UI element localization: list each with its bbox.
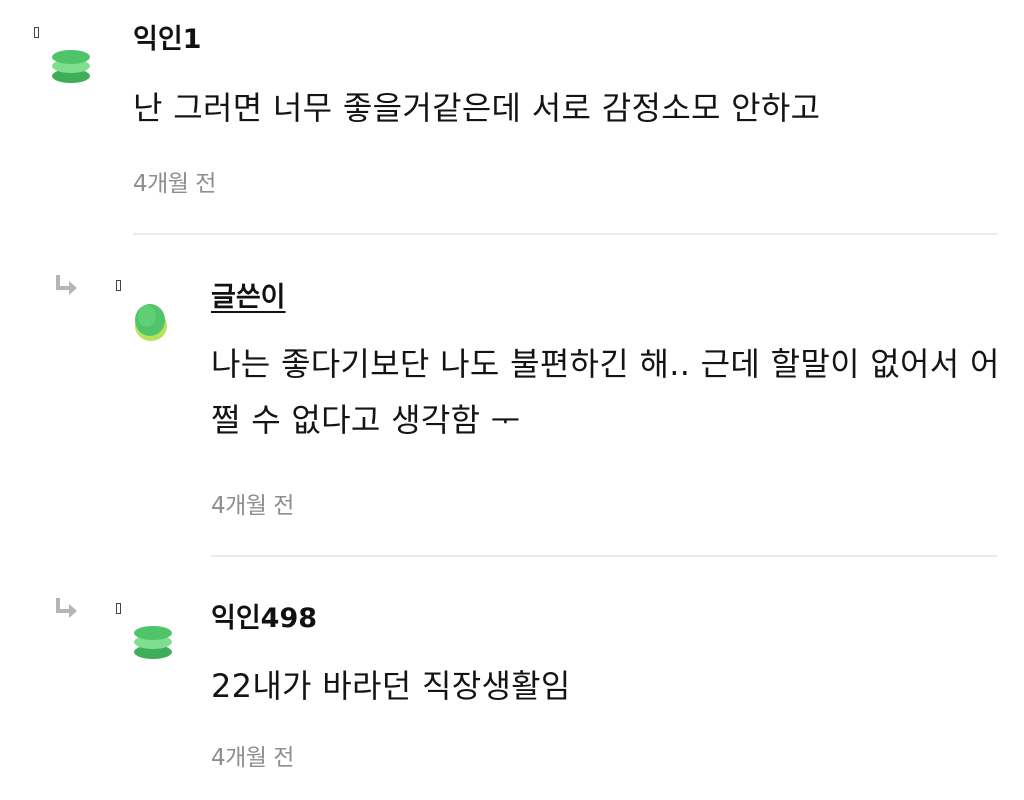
comment-text: 나는 좋다기보단 나도 불편하긴 해.. 근데 할말이 없어서 어쩔 수 없다고… — [211, 345, 1000, 439]
avatar[interactable] — [133, 622, 173, 666]
comment-author[interactable]: 글쓴이 — [211, 282, 286, 314]
comment-timestamp: 4개월 전 — [133, 171, 216, 197]
comment-divider — [211, 555, 998, 557]
comment-marker-icon — [34, 27, 39, 38]
comment-author[interactable]: 익인498 — [211, 603, 317, 635]
avatar[interactable] — [51, 46, 91, 90]
comment-marker-icon — [116, 280, 121, 291]
comment-timestamp: 4개월 전 — [211, 745, 294, 771]
comment-text: 22내가 바라던 직장생활임 — [211, 667, 571, 705]
comment-author[interactable]: 익인1 — [133, 24, 201, 56]
avatar[interactable] — [133, 300, 173, 344]
reply-arrow-icon — [56, 598, 77, 618]
reply-arrow-icon — [56, 275, 77, 295]
comment-text: 난 그러면 너무 좋을거같은데 서로 감정소모 안하고 — [133, 89, 821, 127]
comment-timestamp: 4개월 전 — [211, 493, 294, 519]
comment-marker-icon — [116, 603, 121, 614]
comment-divider — [133, 233, 998, 235]
